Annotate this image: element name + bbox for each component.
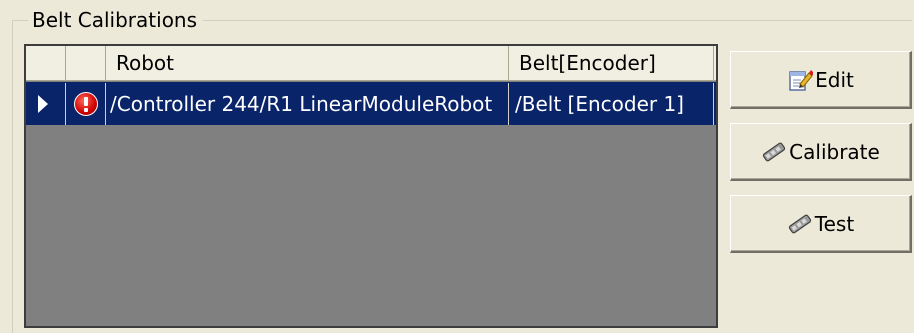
current-row-arrow-icon: [38, 95, 48, 113]
test-button-label: Test: [814, 211, 855, 236]
calibrate-tool-icon: [761, 139, 787, 165]
test-tool-icon: [787, 211, 813, 237]
edit-icon: [787, 67, 814, 93]
robot-cell[interactable]: /Controller 244/R1 LinearModuleRobot: [106, 83, 509, 125]
row-selector[interactable]: [26, 83, 66, 125]
edit-button[interactable]: Edit: [730, 51, 912, 109]
status-cell: [66, 83, 106, 125]
table-row[interactable]: /Controller 244/R1 LinearModuleRobot /Be…: [26, 82, 716, 125]
grid-header: Robot Belt[Encoder]: [26, 46, 716, 81]
belt-calibrations-grid[interactable]: Robot Belt[Encoder] /Controller 244/R1 L…: [24, 44, 718, 328]
group-title: Belt Calibrations: [28, 8, 204, 32]
header-robot[interactable]: Robot: [106, 46, 509, 80]
header-status: [66, 46, 106, 80]
edit-button-label: Edit: [815, 67, 854, 92]
header-row-selector: [26, 46, 66, 80]
calibrate-button-label: Calibrate: [789, 139, 880, 164]
test-button[interactable]: Test: [730, 195, 912, 253]
header-belt-encoder[interactable]: Belt[Encoder]: [509, 46, 714, 80]
calibrate-button[interactable]: Calibrate: [730, 123, 912, 181]
error-icon: [74, 92, 98, 116]
belt-cell[interactable]: /Belt [Encoder 1]: [509, 83, 714, 125]
